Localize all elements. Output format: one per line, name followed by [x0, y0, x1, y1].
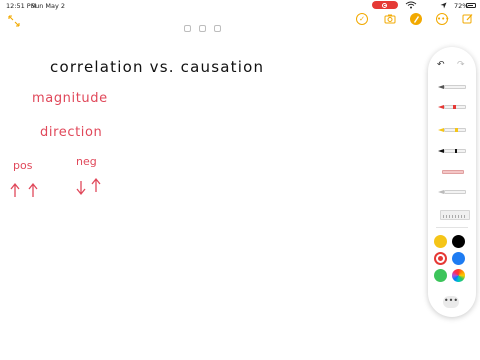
eraser-tool[interactable] [438, 168, 470, 176]
note-title: correlation vs. causation [50, 58, 264, 76]
note-label-pos: pos [13, 159, 33, 172]
highlighter-tool[interactable] [438, 126, 470, 134]
color-wheel-icon[interactable] [452, 269, 465, 282]
ruler-tool[interactable] [440, 210, 470, 220]
redo-icon[interactable]: ↷ [457, 60, 465, 70]
undo-icon[interactable]: ↶ [437, 60, 445, 70]
note-line-magnitude: magnitude [32, 91, 108, 106]
pencil-tool[interactable] [438, 147, 470, 155]
color-swatch-yellow[interactable] [434, 235, 447, 248]
note-line-direction: direction [40, 125, 102, 140]
note-label-neg: neg [76, 155, 97, 168]
lasso-tool[interactable] [438, 188, 470, 196]
up-arrow-icon [28, 182, 38, 197]
palette-divider [436, 227, 468, 228]
color-swatch-black[interactable] [452, 235, 465, 248]
tool-palette: ↶ ↷ ••• [428, 47, 476, 317]
color-swatch-green[interactable] [434, 269, 447, 282]
pen-tool[interactable] [438, 83, 470, 91]
marker-tool[interactable] [438, 103, 470, 111]
up-arrow-icon [91, 177, 101, 192]
note-canvas[interactable]: correlation vs. causation magnitude dire… [0, 0, 480, 360]
color-swatch-blue[interactable] [452, 252, 465, 265]
down-arrow-icon [76, 181, 86, 196]
palette-more-button[interactable]: ••• [443, 296, 459, 308]
up-arrow-icon [10, 182, 20, 197]
color-swatch-red[interactable] [434, 252, 447, 265]
